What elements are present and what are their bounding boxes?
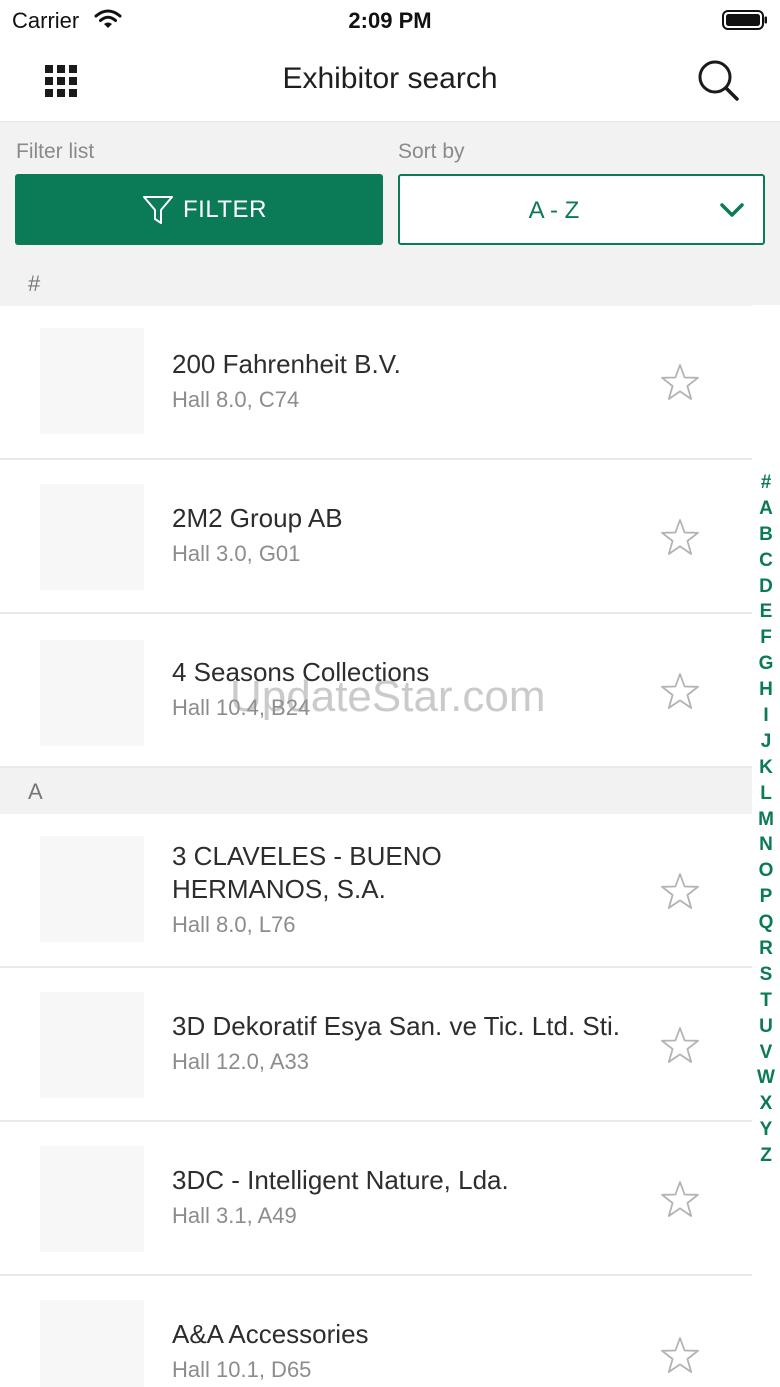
filter-button-label: FILTER (183, 196, 267, 223)
exhibitor-row[interactable]: A&A Accessories Hall 10.1, D65 (0, 1276, 752, 1387)
star-outline-icon[interactable] (660, 1336, 700, 1376)
exhibitor-row[interactable]: 3D Dekoratif Esya San. ve Tic. Ltd. Sti.… (0, 968, 752, 1122)
star-outline-icon[interactable] (660, 672, 700, 712)
exhibitor-logo (40, 836, 144, 942)
search-icon[interactable] (696, 58, 740, 102)
navigation-bar: Exhibitor search (0, 40, 780, 122)
index-letter[interactable]: R (752, 936, 780, 962)
status-bar: Carrier 2:09 PM (0, 0, 780, 40)
index-letter[interactable]: K (752, 755, 780, 781)
star-outline-icon[interactable] (660, 1026, 700, 1066)
watermark: UpdateStar.com (230, 672, 546, 721)
section-header: A (0, 768, 780, 814)
star-outline-icon[interactable] (660, 363, 700, 403)
index-letter[interactable]: J (752, 729, 780, 755)
page-title: Exhibitor search (282, 62, 498, 95)
index-letter[interactable]: V (752, 1040, 780, 1066)
exhibitor-location: Hall 8.0, C74 (172, 387, 300, 412)
star-outline-icon[interactable] (660, 872, 700, 912)
exhibitor-name: 200 Fahrenheit B.V. (172, 349, 401, 379)
exhibitor-location: Hall 3.1, A49 (172, 1203, 297, 1228)
index-letter[interactable]: Z (752, 1143, 780, 1169)
alphabet-index-bar[interactable]: # A B C D E F G H I J K L M N O P Q R S T U V W X Y Z (752, 470, 780, 1169)
exhibitor-name: 3 CLAVELES - BUENO HERMANOS, S.A. (172, 841, 442, 904)
index-letter[interactable]: U (752, 1014, 780, 1040)
status-time: 2:09 PM (348, 8, 432, 33)
index-letter[interactable]: E (752, 599, 780, 625)
exhibitor-location: Hall 8.0, L76 (172, 912, 296, 937)
index-letter[interactable]: I (752, 703, 780, 729)
index-letter[interactable]: C (752, 548, 780, 574)
section-header-label: A (28, 779, 43, 804)
exhibitor-location: Hall 3.0, G01 (172, 541, 301, 566)
sort-dropdown[interactable]: A - Z (398, 174, 765, 245)
filter-sort-controls: Filter list Sort by FILTER A - Z (0, 122, 780, 260)
exhibitor-name: 3DC - Intelligent Nature, Lda. (172, 1165, 509, 1195)
index-letter[interactable]: P (752, 884, 780, 910)
exhibitor-location: Hall 10.1, D65 (172, 1357, 312, 1382)
exhibitor-row[interactable]: 3 CLAVELES - BUENO HERMANOS, S.A. Hall 8… (0, 814, 752, 968)
index-letter[interactable]: M (752, 807, 780, 833)
star-outline-icon[interactable] (660, 518, 700, 558)
sort-by-label: Sort by (398, 140, 465, 163)
index-letter[interactable]: N (752, 832, 780, 858)
index-letter[interactable]: F (752, 625, 780, 651)
exhibitor-location: Hall 12.0, A33 (172, 1049, 309, 1074)
index-letter[interactable]: S (752, 962, 780, 988)
sort-dropdown-value: A - Z (528, 197, 580, 224)
exhibitor-name: 3D Dekoratif Esya San. ve Tic. Ltd. Sti. (172, 1011, 620, 1041)
section-header-label: # (28, 271, 41, 296)
chevron-down-icon (720, 203, 744, 217)
index-letter[interactable]: O (752, 858, 780, 884)
exhibitor-logo (40, 992, 144, 1098)
filter-list-label: Filter list (16, 140, 95, 163)
funnel-icon (143, 196, 173, 224)
exhibitor-row[interactable]: 3DC - Intelligent Nature, Lda. Hall 3.1,… (0, 1122, 752, 1276)
star-outline-icon[interactable] (660, 1180, 700, 1220)
exhibitor-name: A&A Accessories (172, 1319, 369, 1349)
battery-icon (722, 10, 767, 30)
exhibitor-logo (40, 1300, 144, 1387)
index-letter[interactable]: L (752, 781, 780, 807)
index-letter[interactable]: T (752, 988, 780, 1014)
section-header: # (0, 260, 780, 306)
index-letter[interactable]: Y (752, 1117, 780, 1143)
index-letter[interactable]: W (752, 1065, 780, 1091)
exhibitor-row[interactable]: 2M2 Group AB Hall 3.0, G01 (0, 460, 752, 614)
exhibitor-row[interactable]: 200 Fahrenheit B.V. Hall 8.0, C74 (0, 306, 752, 460)
index-letter[interactable]: H (752, 677, 780, 703)
filter-button[interactable]: FILTER (15, 174, 383, 245)
exhibitor-logo (40, 1146, 144, 1252)
index-letter[interactable]: # (752, 470, 780, 496)
index-letter[interactable]: A (752, 496, 780, 522)
exhibitor-name: 2M2 Group AB (172, 503, 343, 533)
exhibitor-logo (40, 640, 144, 746)
index-letter[interactable]: Q (752, 910, 780, 936)
index-letter[interactable]: D (752, 574, 780, 600)
exhibitor-logo (40, 328, 144, 434)
index-letter[interactable]: X (752, 1091, 780, 1117)
index-letter[interactable]: G (752, 651, 780, 677)
index-letter[interactable]: B (752, 522, 780, 548)
exhibitor-logo (40, 484, 144, 590)
